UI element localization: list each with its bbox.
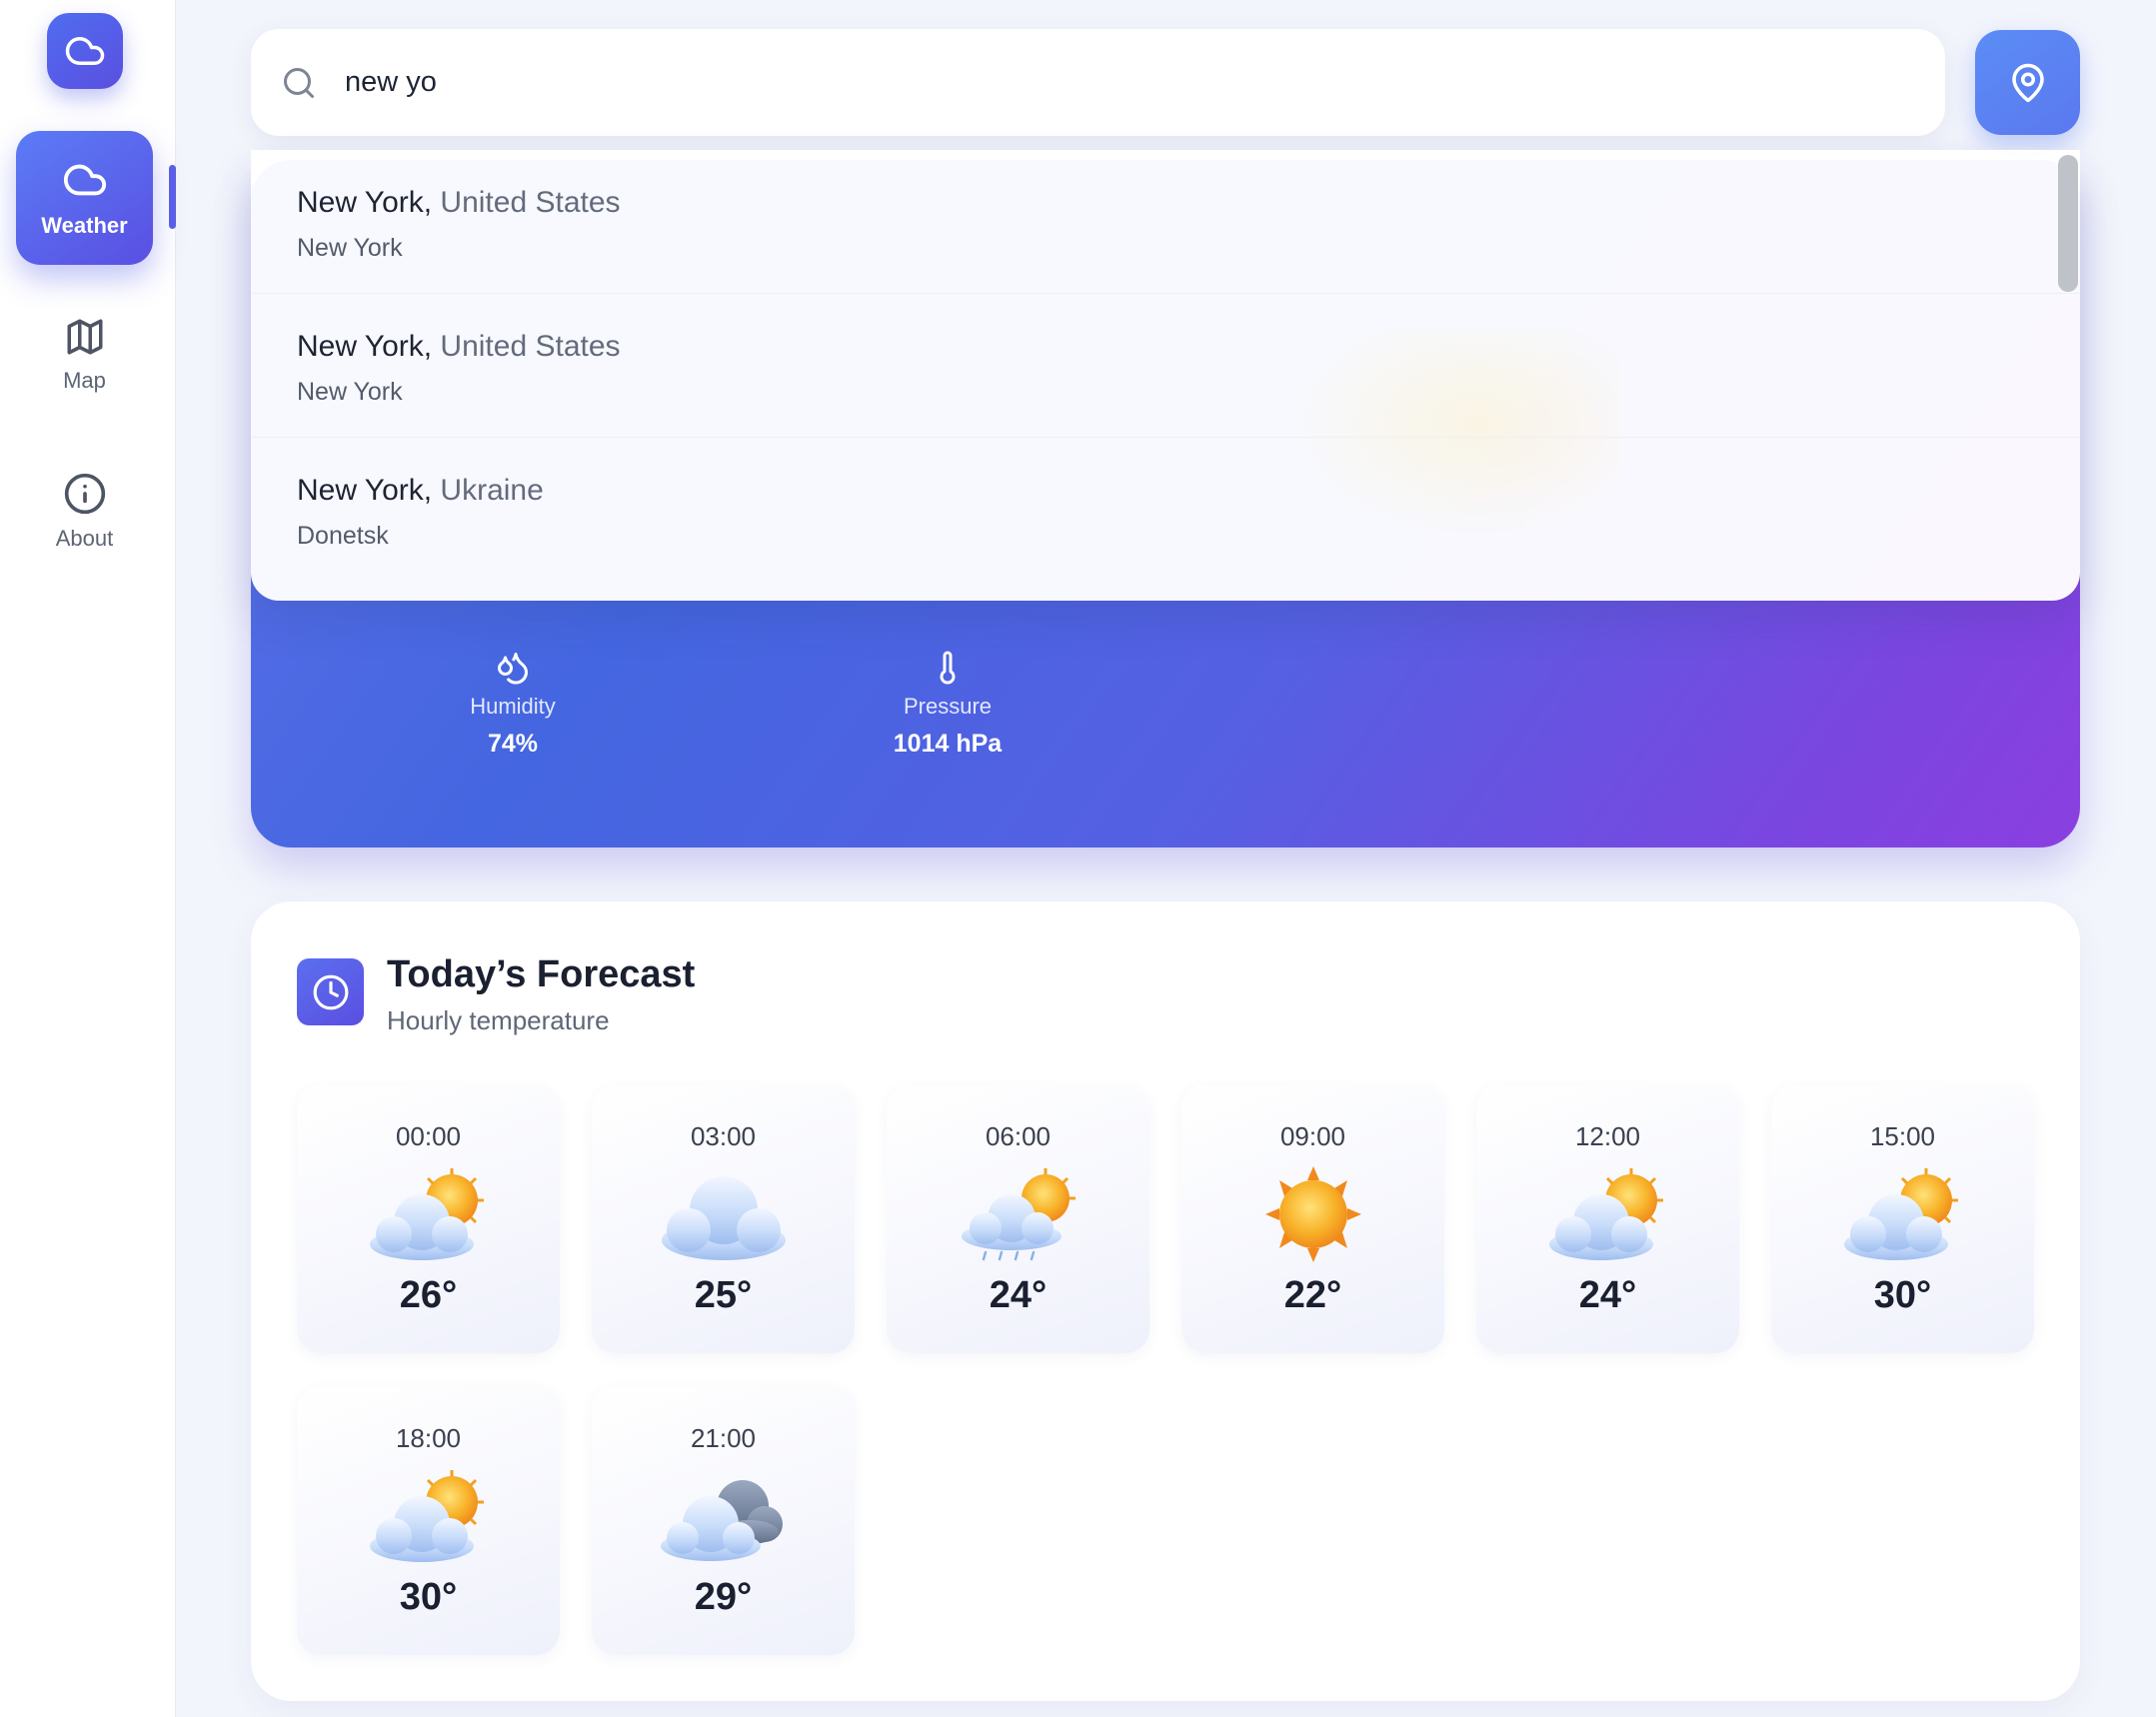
hourly-forecast-item[interactable]: 03:00 25° <box>592 1084 855 1353</box>
pressure-label: Pressure <box>903 694 993 719</box>
suggestion-item[interactable]: New York, Ukraine Donetsk <box>251 438 2080 582</box>
humidity-label: Humidity <box>470 694 556 719</box>
hour-temp: 26° <box>399 1274 458 1316</box>
suggestion-city: New York, <box>297 474 433 507</box>
sun-icon <box>1264 1166 1361 1262</box>
hour-time: 21:00 <box>690 1423 757 1453</box>
search-icon <box>284 67 314 98</box>
hour-time: 06:00 <box>985 1121 1052 1151</box>
active-nav-indicator <box>169 165 176 229</box>
hourly-forecast-item[interactable]: 21:00 29° <box>592 1386 855 1655</box>
hourly-forecast-item[interactable]: 06:00 24° <box>887 1084 1149 1353</box>
hour-temp: 30° <box>1873 1274 1932 1316</box>
hour-temp: 25° <box>694 1274 753 1316</box>
hourly-forecast-item[interactable]: 18:00 30° <box>297 1386 560 1655</box>
humidity-stat: Humidity 74% <box>413 650 613 759</box>
hourly-forecast-item[interactable]: 00:00 26° <box>297 1084 560 1353</box>
suggestion-region: New York <box>297 234 403 262</box>
pressure-value: 1014 hPa <box>893 730 1003 758</box>
thermometer-icon <box>940 651 956 685</box>
sidebar: Weather Map About <box>0 0 176 1717</box>
sidebar-item-label: Map <box>63 368 106 393</box>
sidebar-item-label: Weather <box>41 213 128 238</box>
suggestion-city: New York, <box>297 186 433 219</box>
app-logo[interactable] <box>47 13 123 89</box>
forecast-title: Today’s Forecast <box>387 953 696 995</box>
cloud-icon <box>63 164 106 196</box>
suggestion-country: Ukraine <box>440 474 544 507</box>
pressure-stat: Pressure 1014 hPa <box>848 650 1048 759</box>
forecast-subtitle: Hourly temperature <box>387 1005 610 1035</box>
suggestions-scrollbar[interactable] <box>2058 155 2078 292</box>
droplets-icon <box>498 653 529 685</box>
humidity-value: 74% <box>487 730 539 758</box>
suggestion-region: New York <box>297 378 403 406</box>
sun-rain-icon <box>961 1168 1076 1261</box>
suggestion-region: Donetsk <box>297 522 389 550</box>
hour-temp: 30° <box>399 1576 458 1618</box>
hour-time: 12:00 <box>1574 1121 1641 1151</box>
suggestion-country: United States <box>440 186 621 219</box>
map-icon <box>67 319 102 355</box>
sidebar-item-weather[interactable]: Weather <box>16 131 153 265</box>
sidebar-item-about[interactable]: About <box>16 445 153 579</box>
hour-temp: 22° <box>1283 1274 1342 1316</box>
partly-sunny-icon <box>369 1470 484 1562</box>
search-suggestions: New York, United States New York New Yor… <box>251 150 2080 601</box>
hour-time: 18:00 <box>395 1423 462 1453</box>
hourly-forecast-item[interactable]: 09:00 22° <box>1181 1084 1444 1353</box>
hour-temp: 24° <box>989 1274 1048 1316</box>
hour-temp: 24° <box>1578 1274 1637 1316</box>
hour-time: 09:00 <box>1279 1121 1346 1151</box>
partly-sunny-icon <box>1843 1168 1958 1260</box>
info-icon <box>64 473 105 515</box>
search-bar <box>251 29 1945 136</box>
hour-time: 00:00 <box>395 1121 462 1151</box>
forecast-header-icon <box>297 958 364 1025</box>
current-location-button[interactable] <box>1975 30 2080 135</box>
suggestion-city: New York, <box>297 330 433 363</box>
partly-sunny-icon <box>369 1168 484 1260</box>
hourly-forecast-item[interactable]: 15:00 30° <box>1771 1084 2034 1353</box>
suggestion-country: United States <box>440 330 621 363</box>
hourly-forecast-item[interactable]: 12:00 24° <box>1476 1084 1739 1353</box>
suggestion-item[interactable]: New York, United States New York <box>251 294 2080 438</box>
search-input[interactable] <box>345 66 1844 99</box>
sidebar-item-label: About <box>55 526 114 551</box>
cloud-icon <box>65 37 105 65</box>
dark-clouds-icon <box>660 1480 783 1561</box>
hour-temp: 29° <box>694 1576 753 1618</box>
hour-time: 15:00 <box>1869 1121 1936 1151</box>
cloud-icon <box>661 1176 786 1260</box>
todays-forecast-card: Today’s Forecast Hourly temperature 00:0… <box>251 901 2080 1701</box>
partly-sunny-icon <box>1548 1168 1663 1260</box>
hour-time: 03:00 <box>690 1121 757 1151</box>
weather-app: Weather Map About Humidity 74% Pressure … <box>0 0 2156 1717</box>
suggestion-item[interactable]: New York, United States New York <box>251 150 2080 294</box>
clock-icon <box>313 974 348 1009</box>
sidebar-item-map[interactable]: Map <box>16 288 153 422</box>
map-pin-icon <box>2011 63 2044 102</box>
